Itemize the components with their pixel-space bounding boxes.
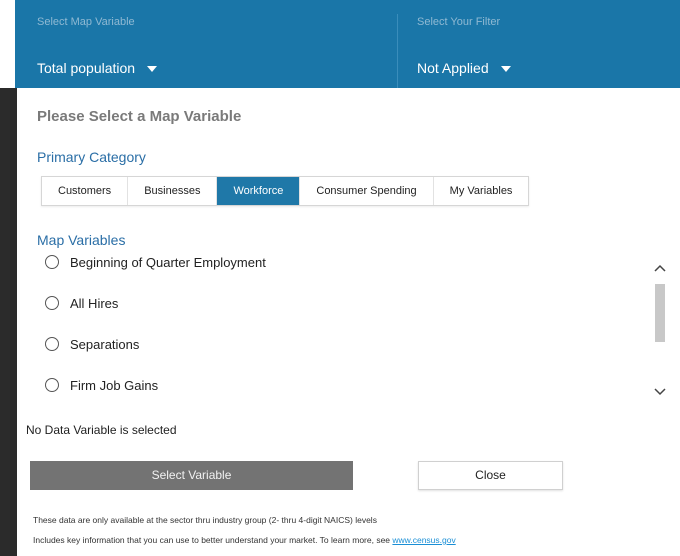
list-item[interactable]: Beginning of Quarter Employment: [45, 250, 266, 274]
info-note-text: Includes key information that you can us…: [33, 535, 393, 545]
variable-label: Beginning of Quarter Employment: [70, 254, 266, 270]
list-item[interactable]: Firm Job Gains: [45, 373, 158, 397]
select-variable-button[interactable]: Select Variable: [30, 461, 353, 490]
filter-label: Select Your Filter: [417, 16, 501, 28]
map-variable-label: Select Map Variable: [37, 16, 135, 28]
radio-button[interactable]: [45, 296, 59, 310]
toolbar-left-gap: [0, 0, 15, 88]
variable-list: Beginning of Quarter Employment All Hire…: [37, 250, 651, 410]
map-toolbar: Select Map Variable Total population Sel…: [0, 0, 680, 88]
filter-dropdown[interactable]: Select Your Filter Not Applied: [417, 0, 667, 88]
info-note: Includes key information that you can us…: [33, 535, 456, 545]
map-variables-title: Map Variables: [37, 232, 126, 248]
variable-label: Firm Job Gains: [70, 377, 159, 393]
chevron-up-icon[interactable]: [654, 264, 666, 272]
sidebar-strip: [0, 88, 17, 556]
filter-value[interactable]: Not Applied: [417, 60, 511, 76]
radio-button[interactable]: [45, 337, 59, 351]
tab-businesses[interactable]: Businesses: [128, 177, 218, 205]
tab-workforce[interactable]: Workforce: [217, 177, 301, 205]
map-variable-value-text: Total population: [37, 60, 136, 76]
scroll-thumb[interactable]: [655, 284, 665, 342]
primary-category-title: Primary Category: [37, 149, 146, 165]
tab-my-variables[interactable]: My Variables: [433, 177, 529, 205]
close-button[interactable]: Close: [418, 461, 563, 490]
select-variable-dialog: Please Select a Map Variable Primary Cat…: [17, 88, 680, 556]
chevron-down-icon: [147, 66, 158, 73]
map-variable-value[interactable]: Total population: [37, 60, 158, 76]
category-tabs: Customers Businesses Workforce Consumer …: [41, 176, 530, 206]
radio-button[interactable]: [45, 255, 59, 269]
census-link[interactable]: www.census.gov: [392, 535, 455, 545]
map-variable-dropdown[interactable]: Select Map Variable Total population: [37, 0, 397, 88]
filter-value-text: Not Applied: [417, 60, 489, 76]
naics-note: These data are only available at the sec…: [33, 515, 377, 525]
chevron-down-icon: [500, 66, 511, 73]
tab-customers[interactable]: Customers: [42, 177, 129, 205]
toolbar-divider: [397, 14, 398, 88]
dialog-title: Please Select a Map Variable: [37, 108, 242, 125]
list-item[interactable]: All Hires: [45, 291, 118, 315]
chevron-down-icon[interactable]: [654, 388, 666, 396]
radio-button[interactable]: [45, 378, 59, 392]
variable-label: All Hires: [70, 295, 119, 311]
tab-consumer-spending[interactable]: Consumer Spending: [300, 177, 434, 205]
variable-list-scrollbar[interactable]: [651, 250, 668, 410]
variable-label: Separations: [70, 336, 140, 352]
selection-status: No Data Variable is selected: [26, 423, 177, 437]
list-item[interactable]: Separations: [45, 332, 139, 356]
